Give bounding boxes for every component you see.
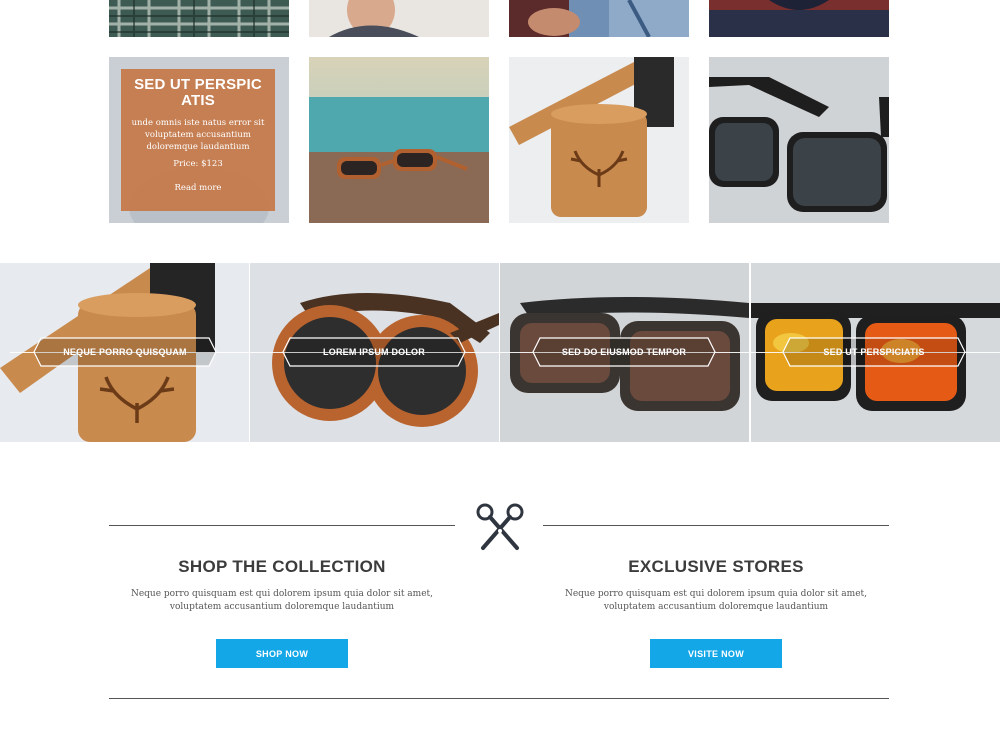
strip-label-3-text: SED DO EIUSMOD TEMPOR [561,347,687,357]
featured-price: Price: $123 [173,159,223,169]
product-image-denim-jacket[interactable] [509,0,689,37]
strip-label-2[interactable]: LOREM IPSUM DOLOR [282,337,466,367]
promo-shop-collection: SHOP THE COLLECTION Neque porro quisquam… [109,557,455,614]
product-image-bamboo-case[interactable] [509,57,689,223]
exclusive-stores-heading: EXCLUSIVE STORES [628,557,804,576]
product-card-featured[interactable]: SED UT PERSPIC ATIS unde omnis iste natu… [109,57,289,223]
exclusive-stores-text: Neque porro quisquam est qui dolorem ips… [543,588,889,614]
featured-title: SED UT PERSPIC ATIS [134,76,262,109]
divider-line-left [109,525,455,526]
shop-collection-text-line2: voluptatem accusantium doloremque laudan… [169,602,395,612]
featured-description: unde omnis iste natus error sit voluptat… [131,118,265,152]
exclusive-stores-text-line2: voluptatem accusantium doloremque laudan… [603,602,829,612]
promo-exclusive-stores: EXCLUSIVE STORES Neque porro quisquam es… [543,557,889,614]
product-image-portrait[interactable] [309,0,489,37]
shop-now-button[interactable]: SHOP NOW [216,639,348,668]
exclusive-stores-text-line1: Neque porro quisquam est qui dolorem ips… [564,589,868,599]
featured-overlay: SED UT PERSPIC ATIS unde omnis iste natu… [121,69,275,211]
product-image-beach-sunglasses[interactable] [309,57,489,223]
strip-label-4[interactable]: SED UT PERSPICIATIS [782,337,966,367]
product-image-plaid-shirt[interactable] [109,0,289,37]
strip-label-3[interactable]: SED DO EIUSMOD TEMPOR [532,337,716,367]
shop-collection-text-line1: Neque porro quisquam est qui dolorem ips… [130,589,434,599]
strip-label-4-text: SED UT PERSPICIATIS [823,347,925,357]
product-image-black-sunglasses[interactable] [709,57,889,223]
strip-label-2-text: LOREM IPSUM DOLOR [323,347,425,357]
featured-strip: NEQUE PORRO QUISQUAM LOREM IPSUM DOLOR S… [0,263,1000,442]
divider-line-bottom [109,698,889,699]
top-image-row [109,0,889,37]
product-image-dark-shirt[interactable] [709,0,889,37]
product-grid: SED UT PERSPIC ATIS unde omnis iste natu… [109,57,889,223]
read-more-link[interactable]: Read more [175,183,222,193]
shop-collection-heading: SHOP THE COLLECTION [178,557,386,576]
visite-now-button[interactable]: VISITE NOW [650,639,782,668]
strip-label-1[interactable]: NEQUE PORRO QUISQUAM [33,337,217,367]
scissors-icon [473,500,527,554]
divider-line-right [543,525,889,526]
shop-collection-text: Neque porro quisquam est qui dolorem ips… [109,588,455,614]
strip-label-1-text: NEQUE PORRO QUISQUAM [63,347,187,357]
